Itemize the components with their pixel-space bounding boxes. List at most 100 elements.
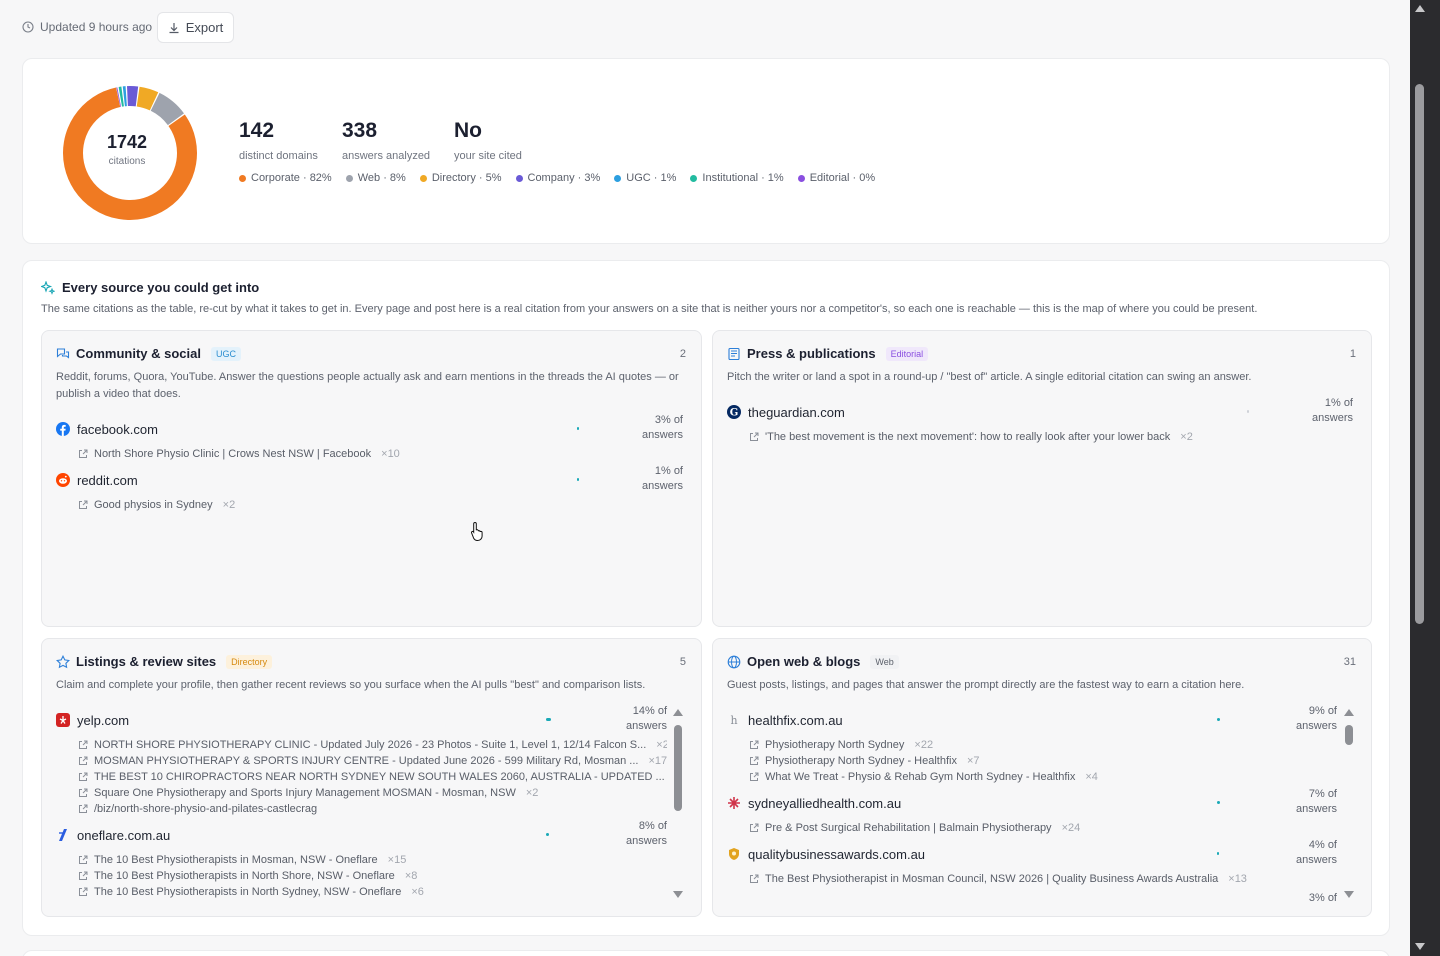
category-legend: Corporate · 82% Web · 8% Directory · 5% Com… bbox=[239, 172, 875, 184]
external-link-icon bbox=[750, 772, 759, 781]
citation-link[interactable]: The 10 Best Physiotherapists in North Sy… bbox=[78, 884, 667, 900]
external-link-icon bbox=[79, 788, 88, 797]
stat-answers-analyzed: 338 answers analyzed bbox=[342, 119, 430, 162]
legend-label: UGC · 1% bbox=[626, 172, 677, 184]
clock-icon bbox=[22, 21, 34, 33]
scroll-up-arrow[interactable] bbox=[673, 709, 683, 716]
legend-dot bbox=[614, 174, 622, 182]
award-badge-icon bbox=[727, 847, 741, 861]
citation-link[interactable]: MOSMAN PHYSIOTHERAPY & SPORTS INJURY CEN… bbox=[78, 753, 667, 769]
legend-item: Company · 3% bbox=[515, 172, 600, 184]
domain-name: reddit.com bbox=[77, 472, 138, 488]
citation-link[interactable]: Good physios in Sydney ×2 bbox=[78, 497, 687, 513]
panel-tag: Web bbox=[870, 654, 899, 669]
external-link-icon bbox=[750, 756, 759, 765]
panel-scrollbar[interactable] bbox=[1344, 709, 1354, 909]
citation-link[interactable]: 'The best movement is the next movement'… bbox=[749, 429, 1357, 445]
citation-link[interactable]: The Best Physiotherapist in Mosman Counc… bbox=[749, 871, 1337, 887]
citation-link[interactable]: Square One Physiotherapy and Sports Inju… bbox=[78, 785, 667, 801]
share-percent: 7% of answers bbox=[1296, 788, 1337, 815]
share-bar bbox=[546, 718, 551, 721]
citation-link[interactable]: THE BEST 10 CHIROPRACTORS NEAR NORTH SYD… bbox=[78, 769, 667, 785]
share-percent: 4% of answers bbox=[1296, 839, 1337, 866]
panel-count: 5 bbox=[679, 656, 686, 668]
stat-value: 338 bbox=[342, 119, 378, 142]
legend-item: UGC · 1% bbox=[614, 172, 676, 184]
scroll-down-arrow[interactable] bbox=[1344, 891, 1354, 898]
share-bar bbox=[1217, 852, 1219, 855]
external-link-icon bbox=[79, 804, 88, 813]
share-percent: 1% of answers bbox=[1312, 397, 1353, 424]
scroll-down-arrow[interactable] bbox=[673, 891, 683, 898]
panel-count: 2 bbox=[679, 348, 686, 360]
export-button[interactable]: Export bbox=[157, 12, 234, 43]
citations-label: citations bbox=[108, 155, 146, 167]
panel-listings-review: Listings & review sites Directory 5 Clai… bbox=[41, 638, 702, 917]
updated-status: Updated 9 hours ago bbox=[22, 20, 152, 34]
legend-dot bbox=[515, 174, 523, 182]
domain-item[interactable]: reddit.com 1% of answers Good physios in … bbox=[56, 465, 687, 513]
legend-label: Directory · 5% bbox=[431, 172, 502, 184]
panel-community-social: Community & social UGC 2 Reddit, forums,… bbox=[41, 330, 702, 627]
external-link-icon bbox=[79, 500, 88, 509]
window-scrollbar[interactable] bbox=[1410, 0, 1440, 956]
scroll-up-arrow[interactable] bbox=[1344, 709, 1354, 716]
reddit-icon bbox=[56, 473, 70, 487]
domain-item[interactable]: qualitybusinessawards.com.au 4% of answer… bbox=[727, 839, 1337, 887]
citation-link[interactable]: The 10 Best Physiotherapists in Mosman, … bbox=[78, 852, 667, 868]
stat-value: No bbox=[454, 119, 482, 142]
citation-link[interactable]: North Shore Physio Clinic | Crows Nest N… bbox=[78, 446, 687, 462]
svg-text:G: G bbox=[730, 408, 739, 419]
citation-link[interactable]: Pre & Post Surgical Rehabilitation | Bal… bbox=[749, 820, 1337, 836]
window-scroll-down[interactable] bbox=[1415, 943, 1425, 950]
legend-dot bbox=[345, 174, 353, 182]
summary-card: 1742 citations 142 distinct domains 338 … bbox=[22, 58, 1390, 244]
updated-text: Updated 9 hours ago bbox=[40, 20, 153, 34]
stat-label: distinct domains bbox=[239, 150, 318, 162]
stat-label: answers analyzed bbox=[342, 150, 431, 162]
legend-dot bbox=[239, 174, 246, 182]
panel-scrollbar[interactable] bbox=[673, 709, 683, 909]
citation-link[interactable]: Physiotherapy North Sydney - Healthfix ×7 bbox=[749, 753, 1337, 769]
window-scroll-up[interactable] bbox=[1415, 5, 1425, 12]
external-link-icon bbox=[79, 871, 88, 880]
citation-link[interactable]: /biz/north-shore-physio-and-pilates-cast… bbox=[78, 801, 667, 817]
scroll-thumb[interactable] bbox=[1345, 725, 1353, 745]
star-icon bbox=[56, 654, 70, 668]
citation-link[interactable]: The 10 Best Physiotherapists in North Sh… bbox=[78, 868, 667, 884]
facebook-icon bbox=[56, 422, 70, 436]
share-percent: 8% of answers bbox=[626, 820, 667, 847]
legend-dot bbox=[419, 174, 427, 182]
legend-item: Institutional · 1% bbox=[690, 172, 784, 184]
domain-item[interactable]: yelp.com 14% of answers NORTH SHORE PHYSI… bbox=[56, 705, 667, 817]
citations-total: 1742 bbox=[106, 131, 148, 152]
scroll-thumb[interactable] bbox=[674, 725, 682, 811]
domain-item[interactable]: oneflare.com.au 8% of answers The 10 Best… bbox=[56, 820, 667, 900]
legend-label: Editorial · 0% bbox=[809, 172, 876, 184]
share-percent: 3% of answers bbox=[642, 414, 683, 441]
panel-count: 31 bbox=[1343, 656, 1356, 668]
sparkle-icon bbox=[41, 280, 55, 295]
sources-title: Every source you could get into bbox=[62, 280, 260, 295]
panel-description: Pitch the writer or land a spot in a rou… bbox=[727, 371, 1252, 383]
domain-item[interactable]: G theguardian.com 1% of answers 'The best… bbox=[727, 397, 1357, 445]
panel-title: Listings & review sites bbox=[76, 654, 217, 669]
share-bar bbox=[546, 833, 549, 836]
share-bar bbox=[577, 427, 579, 430]
external-link-icon bbox=[750, 823, 759, 832]
share-bar bbox=[577, 478, 579, 481]
share-percent: 9% of answers bbox=[1296, 705, 1337, 732]
domain-item[interactable]: facebook.com 3% of answers North Shore Ph… bbox=[56, 414, 687, 462]
domain-item[interactable]: sydneyalliedhealth.com.au 7% of answers P… bbox=[727, 788, 1337, 836]
citation-link[interactable]: NORTH SHORE PHYSIOTHERAPY CLINIC - Updat… bbox=[78, 737, 667, 753]
citation-link[interactable]: What We Treat - Physio & Rehab Gym North… bbox=[749, 769, 1337, 785]
window-scroll-thumb[interactable] bbox=[1415, 84, 1424, 624]
legend-label: Institutional · 1% bbox=[702, 172, 784, 184]
citation-link[interactable]: Physiotherapy North Sydney ×22 bbox=[749, 737, 1337, 753]
external-link-icon bbox=[79, 740, 88, 749]
stat-label: your site cited bbox=[454, 150, 522, 162]
domain-item[interactable]: h healthfix.com.au 9% of answers Physioth… bbox=[727, 705, 1337, 785]
panel-description: Guest posts, listings, and pages that an… bbox=[727, 679, 1245, 691]
external-link-icon bbox=[750, 432, 759, 441]
svg-text:h: h bbox=[730, 714, 737, 727]
